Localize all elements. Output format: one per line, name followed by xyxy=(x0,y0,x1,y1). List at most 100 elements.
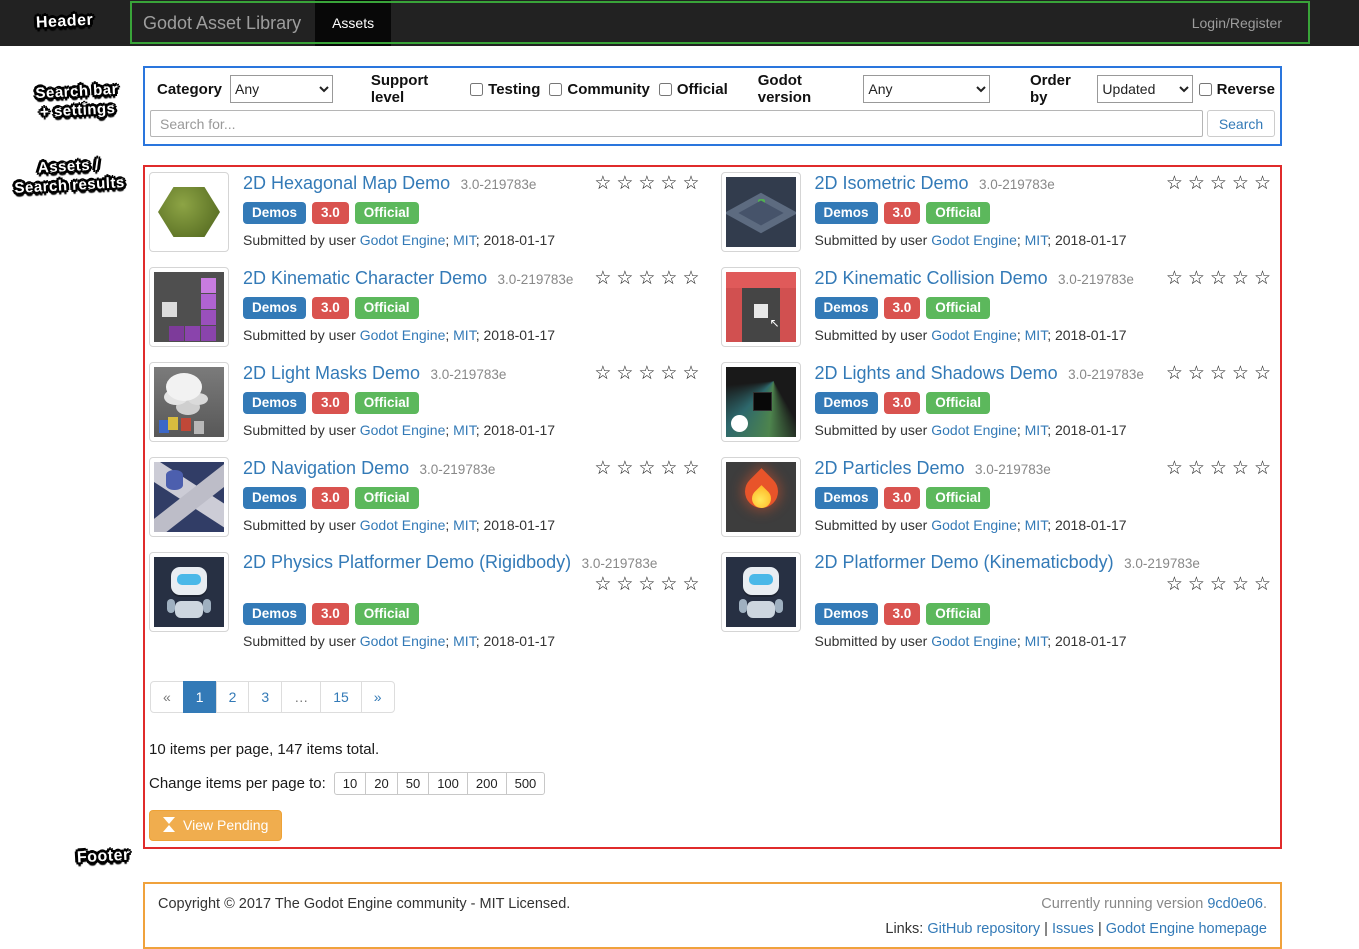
version-badge: 3.0 xyxy=(884,392,921,414)
author-link[interactable]: Godot Engine xyxy=(931,422,1017,438)
asset-thumbnail[interactable] xyxy=(721,267,801,347)
license-link[interactable]: MIT xyxy=(1025,422,1048,438)
asset-title-link[interactable]: 2D Hexagonal Map Demo xyxy=(243,173,450,193)
pagination-page-15[interactable]: 15 xyxy=(320,681,362,713)
reverse-label: Reverse xyxy=(1217,81,1275,98)
asset-title-link[interactable]: 2D Physics Platformer Demo (Rigidbody) xyxy=(243,552,571,572)
asset-thumbnail[interactable] xyxy=(721,172,801,252)
license-link[interactable]: MIT xyxy=(453,327,476,343)
license-link[interactable]: MIT xyxy=(1025,232,1048,248)
community-checkbox[interactable] xyxy=(549,83,562,96)
version-badge: 3.0 xyxy=(884,202,921,224)
asset-version: 3.0-219783e xyxy=(420,462,496,477)
hourglass-icon xyxy=(163,817,175,832)
official-checkbox[interactable] xyxy=(659,83,672,96)
assets-results-panel: 2D Hexagonal Map Demo 3.0-219783e ☆☆☆☆☆ … xyxy=(143,165,1282,849)
submitted-line: Submitted by user Godot Engine; MIT; 201… xyxy=(243,517,705,533)
rating-stars: ☆☆☆☆☆ xyxy=(594,362,704,386)
pagination: « 1 2 3 … 15 » xyxy=(150,681,395,713)
asset-title-row: 2D Particles Demo 3.0-219783e xyxy=(815,458,1051,479)
category-select[interactable]: Any xyxy=(230,75,333,103)
submitted-line: Submitted by user Godot Engine; MIT; 201… xyxy=(815,232,1277,248)
asset-thumbnail[interactable] xyxy=(149,457,229,537)
pagination-page-2[interactable]: 2 xyxy=(216,681,250,713)
separator-semicolon: ; xyxy=(445,517,449,533)
submit-date: 2018-01-17 xyxy=(483,327,555,343)
license-link[interactable]: MIT xyxy=(453,633,476,649)
annotation-header-label: Header xyxy=(36,11,94,34)
reverse-checkbox[interactable] xyxy=(1199,83,1212,96)
asset-thumbnail-art xyxy=(726,557,796,627)
godot-homepage-link[interactable]: Godot Engine homepage xyxy=(1106,921,1267,937)
per-page-20-button[interactable]: 20 xyxy=(365,772,397,795)
submit-date: 2018-01-17 xyxy=(1055,422,1127,438)
asset-title-link[interactable]: 2D Kinematic Collision Demo xyxy=(815,268,1048,288)
login-register-link[interactable]: Login/Register xyxy=(1192,0,1282,46)
author-link[interactable]: Godot Engine xyxy=(360,422,446,438)
asset-card: 2D Lights and Shadows Demo 3.0-219783e ☆… xyxy=(721,362,1277,442)
asset-card-body: 2D Physics Platformer Demo (Rigidbody) 3… xyxy=(243,552,705,649)
asset-thumbnail[interactable] xyxy=(149,267,229,347)
search-button[interactable]: Search xyxy=(1207,110,1275,137)
asset-thumbnail[interactable] xyxy=(149,552,229,632)
author-link[interactable]: Godot Engine xyxy=(360,633,446,649)
asset-card: 2D Platformer Demo (Kinematicbody) 3.0-2… xyxy=(721,552,1277,649)
asset-thumbnail[interactable] xyxy=(149,362,229,442)
separator-semicolon: ; xyxy=(1017,422,1021,438)
asset-title-link[interactable]: 2D Navigation Demo xyxy=(243,458,409,478)
separator-semicolon: ; xyxy=(445,633,449,649)
asset-thumbnail[interactable] xyxy=(721,362,801,442)
license-link[interactable]: MIT xyxy=(1025,327,1048,343)
asset-title-link[interactable]: 2D Lights and Shadows Demo xyxy=(815,363,1058,383)
per-page-200-button[interactable]: 200 xyxy=(467,772,507,795)
per-page-10-button[interactable]: 10 xyxy=(334,772,366,795)
license-link[interactable]: MIT xyxy=(1025,517,1048,533)
submitted-prefix: Submitted by user xyxy=(815,422,928,438)
search-input[interactable] xyxy=(150,110,1203,137)
license-link[interactable]: MIT xyxy=(453,517,476,533)
author-link[interactable]: Godot Engine xyxy=(360,327,446,343)
pagination-page-1[interactable]: 1 xyxy=(183,681,217,713)
per-page-500-button[interactable]: 500 xyxy=(506,772,546,795)
footer-separator: | xyxy=(1044,921,1048,937)
asset-thumbnail[interactable] xyxy=(721,552,801,632)
asset-title-link[interactable]: 2D Particles Demo xyxy=(815,458,965,478)
asset-version: 3.0-219783e xyxy=(979,177,1055,192)
issues-link[interactable]: Issues xyxy=(1052,921,1094,937)
author-link[interactable]: Godot Engine xyxy=(360,232,446,248)
github-repository-link[interactable]: GitHub repository xyxy=(927,921,1040,937)
license-link[interactable]: MIT xyxy=(453,232,476,248)
submitted-line: Submitted by user Godot Engine; MIT; 201… xyxy=(243,232,705,248)
tab-assets[interactable]: Assets xyxy=(315,0,391,46)
asset-card: 2D Kinematic Character Demo 3.0-219783e … xyxy=(149,267,705,347)
running-version-link[interactable]: 9cd0e06 xyxy=(1207,896,1263,912)
asset-card: 2D Physics Platformer Demo (Rigidbody) 3… xyxy=(149,552,705,649)
author-link[interactable]: Godot Engine xyxy=(931,327,1017,343)
author-link[interactable]: Godot Engine xyxy=(360,517,446,533)
testing-checkbox[interactable] xyxy=(470,83,483,96)
asset-title-link[interactable]: 2D Isometric Demo xyxy=(815,173,969,193)
license-link[interactable]: MIT xyxy=(1025,633,1048,649)
asset-thumbnail[interactable] xyxy=(721,457,801,537)
license-link[interactable]: MIT xyxy=(453,422,476,438)
pagination-page-3[interactable]: 3 xyxy=(248,681,282,713)
asset-title-link[interactable]: 2D Platformer Demo (Kinematicbody) xyxy=(815,552,1114,572)
support-official-option: Official xyxy=(659,81,728,98)
view-pending-button[interactable]: View Pending xyxy=(149,810,282,841)
rating-stars: ☆☆☆☆☆ xyxy=(1166,267,1276,291)
asset-title-link[interactable]: 2D Light Masks Demo xyxy=(243,363,420,383)
pagination-next[interactable]: » xyxy=(361,681,395,713)
per-page-100-button[interactable]: 100 xyxy=(428,772,468,795)
godot-version-select[interactable]: Any xyxy=(863,75,990,103)
author-link[interactable]: Godot Engine xyxy=(931,232,1017,248)
author-link[interactable]: Godot Engine xyxy=(931,517,1017,533)
order-by-select[interactable]: Updated xyxy=(1097,75,1192,103)
asset-title-link[interactable]: 2D Kinematic Character Demo xyxy=(243,268,487,288)
asset-thumbnail[interactable] xyxy=(149,172,229,252)
per-page-50-button[interactable]: 50 xyxy=(397,772,429,795)
asset-thumbnail-art xyxy=(726,177,796,247)
author-link[interactable]: Godot Engine xyxy=(931,633,1017,649)
pagination-prev[interactable]: « xyxy=(150,681,184,713)
category-badge: Demos xyxy=(815,297,878,319)
brand-title[interactable]: Godot Asset Library xyxy=(143,0,315,46)
